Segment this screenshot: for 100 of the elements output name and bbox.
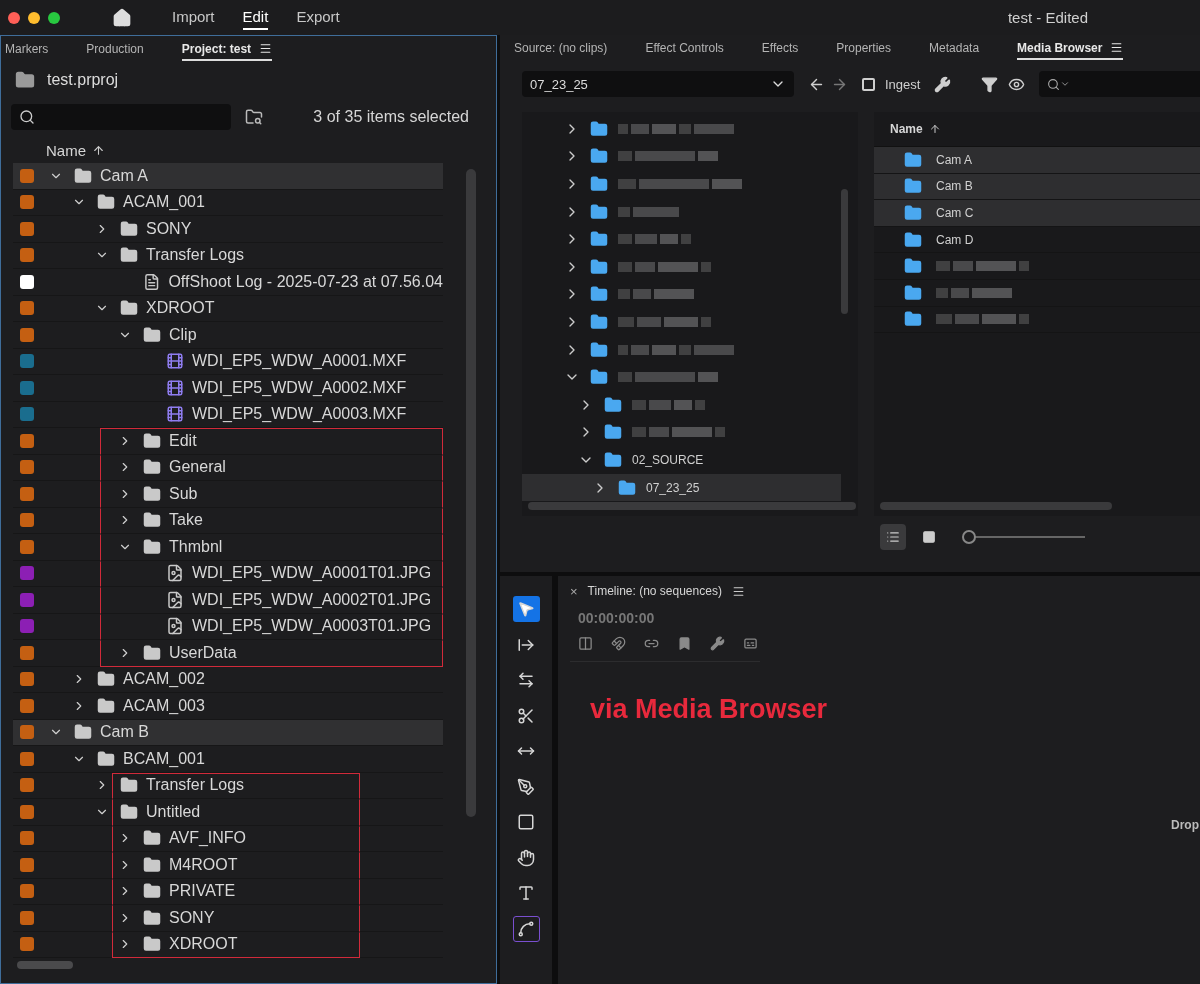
scrollbar[interactable]	[466, 169, 476, 817]
tree-row[interactable]: SONY	[13, 216, 443, 243]
close-button[interactable]: ×	[570, 583, 578, 599]
nav-tab[interactable]: Import	[172, 5, 215, 30]
find-bin-icon[interactable]	[245, 108, 263, 126]
scrollbar[interactable]	[17, 961, 73, 969]
tree-row[interactable]: Thmbnl	[13, 534, 443, 561]
panel-tab[interactable]: Source: (no clips)	[514, 37, 608, 60]
home-icon[interactable]	[112, 7, 132, 28]
item-name: WDI_EP5_WDW_A0001.MXF	[192, 352, 407, 371]
tree-row[interactable]: AVF_INFO	[13, 825, 443, 852]
panel-tab[interactable]: Project: test	[181, 38, 273, 61]
tree-row[interactable]: Edit	[13, 428, 443, 455]
tree-row[interactable]: WDI_EP5_WDW_A0001T01.JPG	[13, 560, 443, 587]
folder-icon	[590, 340, 608, 359]
tree-row[interactable]: WDI_EP5_WDW_A0003.MXF	[13, 401, 443, 428]
menu-icon[interactable]	[259, 42, 273, 55]
maximize-window-button[interactable]	[48, 11, 60, 24]
nest-icon[interactable]	[578, 636, 593, 651]
panel-tab[interactable]: Properties	[836, 37, 892, 60]
folder-icon	[904, 230, 922, 249]
tree-row[interactable]: WDI_EP5_WDW_A0002.MXF	[13, 375, 443, 402]
tree-row[interactable]: ACAM_001	[13, 189, 443, 216]
tree-row[interactable]: Clip	[13, 322, 443, 349]
tree-row[interactable]: PRIVATE	[13, 878, 443, 905]
tool-button[interactable]	[512, 915, 540, 942]
tree-row[interactable]: WDI_EP5_WDW_A0003T01.JPG	[13, 613, 443, 640]
tree-row[interactable]: Cam B	[13, 719, 443, 746]
tree-row[interactable]: WDI_EP5_WDW_A0002T01.JPG	[13, 587, 443, 614]
tree-row[interactable]: WDI_EP5_WDW_A0001.MXF	[13, 348, 443, 375]
search-field[interactable]	[11, 104, 231, 130]
minimize-window-button[interactable]	[28, 11, 40, 24]
column-header[interactable]: Name	[890, 122, 923, 136]
panel-tab[interactable]: Effect Controls	[645, 37, 724, 60]
menu-icon[interactable]	[1110, 41, 1124, 54]
folder-icon	[904, 177, 922, 196]
folder-icon	[120, 802, 138, 821]
tree-row[interactable]: ACAM_003	[13, 693, 443, 720]
marker-icon[interactable]	[677, 636, 692, 651]
file-row[interactable]: Cam C	[874, 200, 1200, 227]
captions-icon[interactable]	[743, 636, 758, 651]
file-row[interactable]: Cam A	[874, 147, 1200, 174]
rectangle-icon	[517, 813, 535, 831]
panel-tab[interactable]: Markers	[5, 38, 49, 61]
tree-row[interactable]: Cam A	[13, 163, 443, 190]
tree-row[interactable]: M4ROOT	[13, 852, 443, 879]
tree-row[interactable]: Take	[13, 507, 443, 534]
panel-tab[interactable]: Metadata	[929, 37, 980, 60]
settings-icon[interactable]	[934, 75, 952, 93]
tool-button[interactable]	[512, 596, 540, 622]
settings-icon[interactable]	[710, 636, 725, 651]
scrollbar[interactable]	[528, 502, 856, 510]
close-window-button[interactable]	[8, 11, 20, 24]
nav-tab[interactable]: Edit	[242, 5, 269, 30]
folder-row[interactable]: 07_23_25	[522, 473, 841, 502]
tree-row[interactable]: OffShoot Log - 2025-07-23 at 07.56.04	[13, 269, 443, 296]
folder-name: 02_SOURCE	[632, 452, 704, 467]
column-header[interactable]: Name	[46, 141, 86, 159]
tree-row[interactable]: BCAM_001	[13, 746, 443, 773]
panel-tab[interactable]: Effects	[761, 37, 799, 60]
scrollbar[interactable]	[841, 189, 848, 314]
folder-icon	[143, 511, 161, 530]
tree-row[interactable]: ACAM_002	[13, 666, 443, 693]
item-name: XDROOT	[169, 935, 238, 954]
tree-row[interactable]: Sub	[13, 481, 443, 508]
magnet-icon[interactable]	[611, 636, 626, 651]
item-name: ACAM_003	[123, 696, 205, 715]
scrollbar[interactable]	[880, 502, 1112, 510]
folder-icon	[590, 119, 608, 138]
item-name: UserData	[169, 643, 237, 662]
tree-row[interactable]: SONY	[13, 905, 443, 932]
folder-icon	[143, 484, 161, 503]
tree-row[interactable]: General	[13, 454, 443, 481]
project-icon	[15, 70, 35, 90]
search-icon	[19, 109, 35, 125]
file-row[interactable]: Cam B	[874, 173, 1200, 201]
file-row[interactable]: Cam D	[874, 226, 1200, 254]
tree-row[interactable]: Transfer Logs	[13, 772, 443, 799]
folder-row[interactable]: 02_SOURCE	[522, 446, 841, 474]
image-file-icon	[166, 564, 184, 583]
tree-row[interactable]: XDROOT	[13, 931, 443, 958]
item-name: WDI_EP5_WDW_A0003T01.JPG	[192, 617, 432, 636]
list-view-button[interactable]	[880, 524, 906, 550]
ingest-checkbox[interactable]: Ingest	[862, 76, 921, 92]
search-field[interactable]	[1039, 71, 1200, 97]
item-name: Sub	[169, 484, 198, 503]
folder-icon	[143, 458, 161, 477]
menu-icon[interactable]	[731, 584, 745, 598]
zoom-slider-thumb[interactable]	[962, 530, 976, 544]
panel-title: Timeline: (no sequences)	[587, 584, 722, 598]
tree-row[interactable]: Untitled	[13, 799, 443, 826]
nav-tab[interactable]: Export	[296, 5, 340, 30]
tree-row[interactable]: Transfer Logs	[13, 242, 443, 269]
filter-icon[interactable]	[981, 75, 999, 93]
location-dropdown[interactable]: 07_23_25	[522, 71, 794, 97]
tree-row[interactable]: XDROOT	[13, 295, 443, 322]
panel-tab[interactable]: Production	[86, 38, 144, 61]
panel-tab[interactable]: Media Browser	[1017, 37, 1124, 60]
tree-row[interactable]: UserData	[13, 640, 443, 667]
folder-icon	[143, 882, 161, 901]
